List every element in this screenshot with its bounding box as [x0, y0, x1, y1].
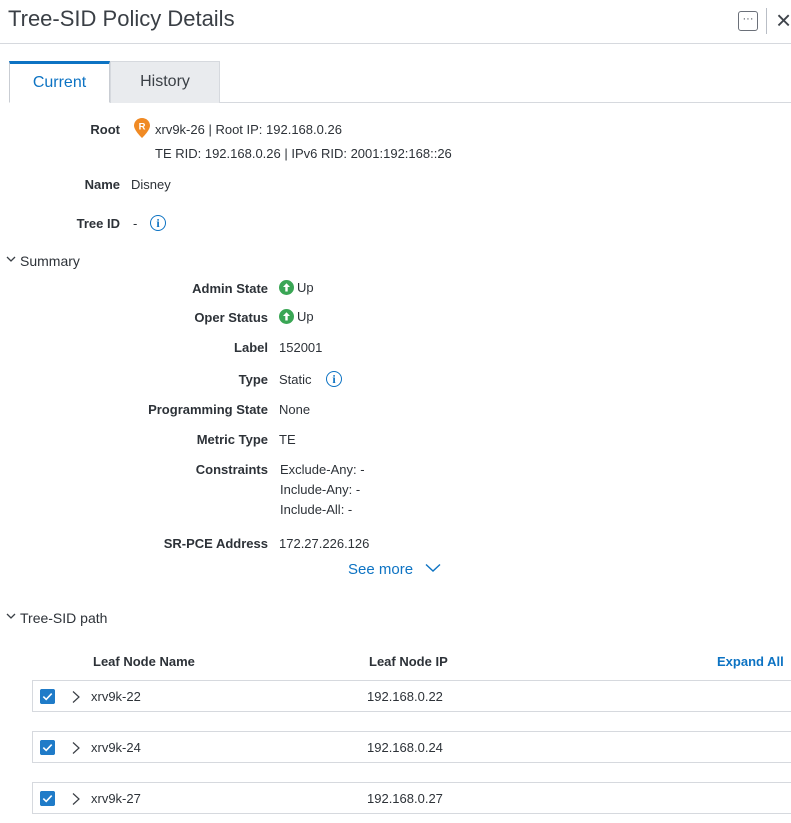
checkbox-checked-icon[interactable]: [40, 689, 55, 704]
expand-all-link[interactable]: Expand All: [717, 654, 784, 669]
checkbox-checked-icon[interactable]: [40, 740, 55, 755]
leaf-node-ip: 192.168.0.24: [367, 740, 443, 755]
chevron-down-icon: [425, 563, 441, 572]
leaf-node-ip: 192.168.0.22: [367, 689, 443, 704]
admin-state-text: Up: [297, 280, 314, 295]
constraints-label: Constraints: [195, 462, 268, 477]
tab-history[interactable]: History: [110, 61, 220, 103]
oper-status-value: Up: [279, 309, 314, 324]
name-label: Name: [84, 177, 120, 192]
chevron-right-icon[interactable]: [71, 792, 81, 806]
programming-state-label: Programming State: [148, 402, 268, 417]
name-value: Disney: [131, 177, 171, 192]
label-value: 152001: [279, 340, 323, 355]
column-header-leaf-node-name[interactable]: Leaf Node Name: [93, 654, 195, 669]
summary-toggle[interactable]: Summary: [6, 253, 80, 269]
constraint-exclude-any: Exclude-Any: -: [280, 462, 365, 477]
type-value: Static: [279, 372, 312, 387]
leaf-node-name: xrv9k-27: [91, 791, 141, 806]
srpce-address-label: SR-PCE Address: [163, 536, 268, 551]
tab-bar: Current History: [9, 61, 791, 103]
root-label: Root: [90, 122, 120, 137]
metric-type-value: TE: [279, 432, 296, 447]
close-button[interactable]: ×: [776, 5, 791, 35]
header-divider: [766, 8, 767, 34]
info-icon[interactable]: i: [150, 215, 166, 231]
oper-status-text: Up: [297, 309, 314, 324]
leaf-node-ip: 192.168.0.27: [367, 791, 443, 806]
leaf-node-name: xrv9k-24: [91, 740, 141, 755]
srpce-address-value: 172.27.226.126: [279, 536, 370, 551]
chevron-down-icon: [6, 256, 16, 262]
root-info-line1: xrv9k-26 | Root IP: 192.168.0.26: [155, 122, 342, 137]
tree-sid-path-toggle[interactable]: Tree-SID path: [6, 610, 107, 626]
oper-status-label: Oper Status: [194, 310, 268, 325]
constraint-include-all: Include-All: -: [280, 502, 353, 517]
arrow-up-circle-icon: [279, 280, 294, 295]
tree-sid-path-title: Tree-SID path: [20, 610, 108, 626]
page-title: Tree-SID Policy Details: [8, 6, 235, 31]
root-info-line2: TE RID: 192.168.0.26 | IPv6 RID: 2001:19…: [155, 146, 452, 161]
admin-state-value: Up: [279, 280, 314, 295]
root-badge-letter: R: [139, 122, 146, 133]
leaf-node-name: xrv9k-22: [91, 689, 141, 704]
type-label: Type: [238, 372, 268, 387]
arrow-up-circle-icon: [279, 309, 294, 324]
map-pin-badge-icon: R: [134, 118, 150, 138]
tree-id-value: -: [133, 216, 138, 231]
column-header-leaf-node-ip[interactable]: Leaf Node IP: [369, 654, 448, 669]
see-more-label: See more: [348, 561, 414, 578]
summary-title: Summary: [20, 253, 80, 269]
see-more-link[interactable]: See more: [348, 561, 441, 578]
constraint-include-any: Include-Any: -: [280, 482, 361, 497]
table-row[interactable]: xrv9k-24 192.168.0.24: [32, 731, 791, 763]
admin-state-label: Admin State: [192, 281, 268, 296]
table-row[interactable]: xrv9k-22 192.168.0.22: [32, 680, 791, 712]
checkbox-checked-icon[interactable]: [40, 791, 55, 806]
more-options-button[interactable]: ···: [738, 11, 758, 31]
table-row[interactable]: xrv9k-27 192.168.0.27: [32, 782, 791, 814]
tab-current[interactable]: Current: [9, 61, 110, 103]
info-icon[interactable]: i: [326, 371, 342, 387]
chevron-right-icon[interactable]: [71, 741, 81, 755]
chevron-down-icon: [6, 613, 16, 619]
label-label: Label: [234, 340, 268, 355]
tree-id-label: Tree ID: [76, 216, 120, 231]
panel-header: Tree-SID Policy Details ··· ×: [0, 0, 791, 44]
chevron-right-icon[interactable]: [71, 690, 81, 704]
programming-state-value: None: [279, 402, 311, 417]
metric-type-label: Metric Type: [196, 432, 268, 447]
